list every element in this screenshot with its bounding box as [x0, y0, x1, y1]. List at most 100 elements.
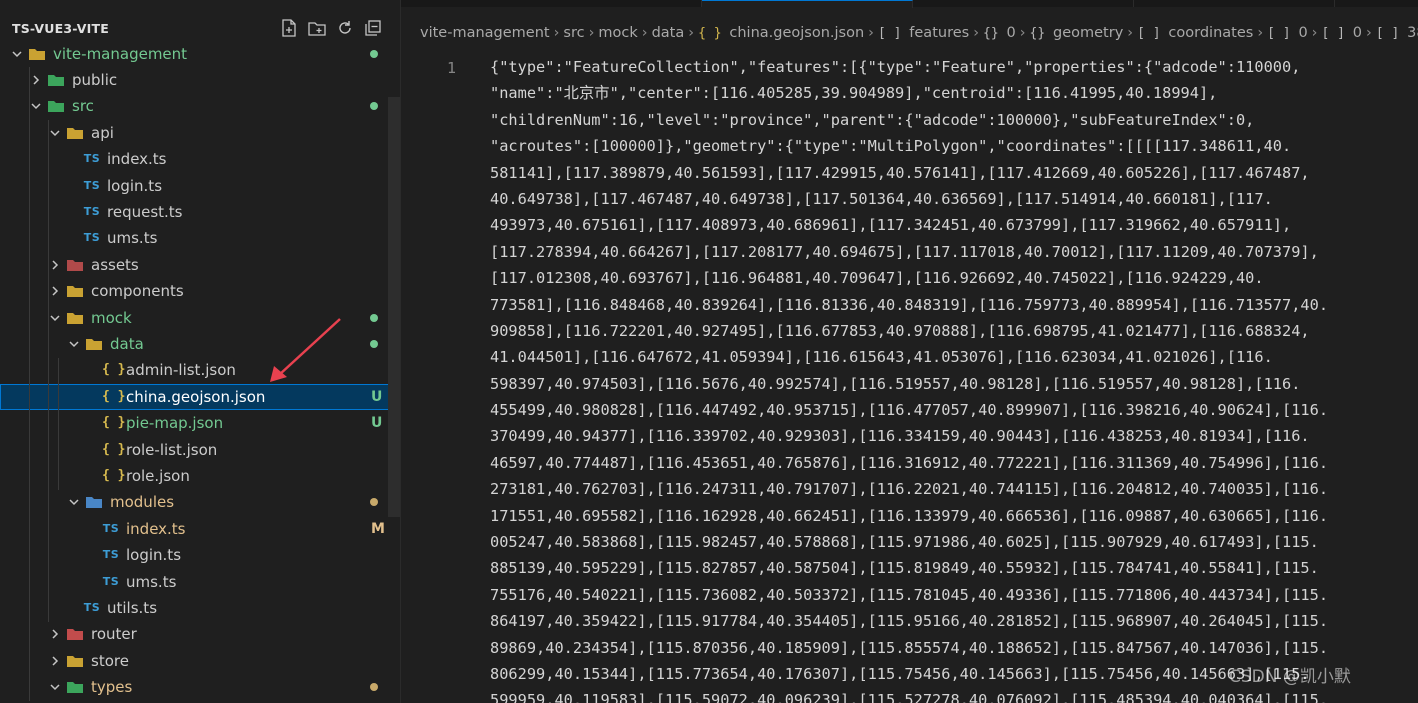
symbol-icon: [ ] [1267, 26, 1299, 41]
breadcrumb-item[interactable]: [ ] 0 [1321, 25, 1362, 41]
tree-folder-components[interactable]: components [0, 278, 400, 304]
sidebar-scrollbar[interactable] [388, 97, 400, 517]
tree-file[interactable]: { } pie-map.json U [0, 410, 400, 436]
tab[interactable] [401, 0, 702, 7]
tree-folder-modules[interactable]: modules [0, 489, 400, 515]
chevron-down-icon[interactable] [48, 674, 62, 700]
folder-icon [66, 310, 84, 326]
chevron-down-icon[interactable] [48, 120, 62, 146]
breadcrumb-item[interactable]: [ ] 38 [1376, 25, 1418, 41]
breadcrumb-item[interactable]: mock [598, 25, 637, 41]
code-line: 89869,40.234354],[115.870356,40.185909],… [490, 638, 1329, 657]
tree-file[interactable]: TS ums.ts [0, 225, 400, 251]
breadcrumb-label: coordinates [1168, 25, 1254, 41]
breadcrumb-item[interactable]: [ ] 0 [1267, 25, 1308, 41]
tree-item-label: assets [91, 255, 139, 274]
code-line: "name":"北京市","center":[116.405285,39.904… [490, 84, 1218, 103]
refresh-icon[interactable] [334, 17, 356, 39]
tree-item-label: modules [110, 493, 175, 512]
chevron-right-icon[interactable] [48, 278, 62, 304]
breadcrumb-item[interactable]: {} geometry [1030, 25, 1124, 41]
symbol-icon: [ ] [1321, 26, 1353, 41]
explorer-sidebar: TS-VUE3-VITE vite-management public src api… [0, 0, 401, 703]
tab-active[interactable] [702, 0, 913, 8]
tree-item-label: login.ts [126, 546, 182, 565]
chevron-down-icon[interactable] [67, 489, 81, 515]
typescript-file-icon: TS [83, 231, 101, 245]
tree-folder-vite-management[interactable]: vite-management [0, 41, 400, 67]
tree-item-label: pie-map.json [126, 414, 224, 433]
collapse-all-icon[interactable] [362, 17, 384, 39]
typescript-file-icon: TS [102, 521, 120, 535]
tab[interactable] [913, 0, 1134, 7]
breadcrumb-separator-icon: › [1311, 25, 1318, 41]
tab[interactable] [1134, 0, 1335, 7]
breadcrumb-item[interactable]: data [652, 25, 685, 41]
symbol-icon: [ ] [1137, 26, 1169, 41]
indent-guide [48, 331, 49, 490]
git-status-dot [370, 498, 378, 507]
tree-file[interactable]: TS ums.ts [0, 569, 400, 595]
breadcrumb-label: src [563, 25, 585, 41]
chevron-right-icon[interactable] [48, 621, 62, 647]
breadcrumb-item[interactable]: {} 0 [983, 25, 1016, 41]
chevron-down-icon[interactable] [29, 93, 43, 119]
tree-folder-store[interactable]: store [0, 648, 400, 674]
code-line: 885139,40.595229],[115.827857,40.587504]… [490, 559, 1319, 578]
tree-folder-types[interactable]: types [0, 674, 400, 700]
tree-folder-src[interactable]: src [0, 93, 400, 119]
breadcrumb: vite-management › src › mock › data ›{ } china.… [420, 22, 1418, 44]
breadcrumb-separator-icon: › [1366, 25, 1372, 41]
chevron-right-icon[interactable] [48, 648, 62, 674]
breadcrumb-item[interactable]: vite-management [420, 25, 550, 41]
tree-file[interactable]: TS login.ts [0, 542, 400, 568]
chevron-right-icon[interactable] [29, 67, 43, 93]
code-line: 599959,40.119583],[115.59072,40.096239],… [490, 691, 1329, 703]
code-line: 273181,40.762703],[116.247311,40.791707]… [490, 480, 1329, 499]
code-content[interactable]: {"type":"FeatureCollection","features":[… [490, 54, 1418, 703]
tree-file[interactable]: { } china.geojson.json U [0, 383, 400, 410]
tree-folder-router[interactable]: router [0, 621, 400, 647]
chevron-right-icon[interactable] [48, 252, 62, 278]
tree-file[interactable]: { } role.json [0, 463, 400, 489]
tree-file[interactable]: TS utils.ts [0, 595, 400, 621]
tree-item-label: vite-management [53, 44, 188, 63]
chevron-down-icon[interactable] [10, 41, 24, 67]
tree-folder-public[interactable]: public [0, 67, 400, 93]
json-file-icon: { } [102, 388, 126, 404]
tree-file[interactable]: TS request.ts [0, 199, 400, 225]
folder-icon [66, 257, 84, 273]
git-status-dot [370, 49, 378, 58]
code-line: 455499,40.980828],[116.447492,40.953715]… [490, 401, 1329, 420]
chevron-down-icon[interactable] [48, 305, 62, 331]
code-line: 493973,40.675161],[117.408973,40.686961]… [490, 216, 1292, 235]
breadcrumb-item[interactable]: src [563, 25, 584, 41]
tree-folder-api[interactable]: api [0, 120, 400, 146]
breadcrumb-item[interactable]: [ ] features [878, 25, 969, 41]
tree-file[interactable]: TS login.ts [0, 173, 400, 199]
tree-item-label: data [110, 334, 144, 353]
tree-file[interactable]: { } admin-list.json [0, 357, 400, 383]
new-folder-icon[interactable] [306, 17, 328, 39]
typescript-file-icon: TS [83, 600, 101, 614]
tree-item-label: admin-list.json [126, 361, 236, 380]
breadcrumb-item[interactable]: [ ] coordinates [1137, 25, 1253, 41]
tree-file[interactable]: TS index.ts M [0, 516, 400, 542]
tree-file[interactable]: { } role-list.json [0, 437, 400, 463]
breadcrumb-separator-icon: › [1257, 25, 1264, 41]
tree-file[interactable]: TS index.ts [0, 146, 400, 172]
tree-item-label: ums.ts [126, 572, 177, 591]
git-status-badge: M [371, 520, 385, 537]
breadcrumb-label: mock [598, 25, 638, 41]
tree-folder-data[interactable]: data [0, 331, 400, 357]
tree-item-label: request.ts [107, 202, 183, 221]
breadcrumb-item[interactable]: { } china.geojson.json [698, 25, 864, 41]
tree-folder-mock[interactable]: mock [0, 305, 400, 331]
new-file-icon[interactable] [278, 17, 300, 39]
symbol-icon: {} [983, 26, 1007, 41]
chevron-down-icon[interactable] [67, 331, 81, 357]
tree-folder-assets[interactable]: assets [0, 252, 400, 278]
code-line: 171551,40.695582],[116.162928,40.662451]… [490, 506, 1329, 525]
code-line: 581141],[117.389879,40.561593],[117.4299… [490, 163, 1310, 182]
code-line: 773581],[116.848468,40.839264],[116.8133… [490, 295, 1329, 314]
